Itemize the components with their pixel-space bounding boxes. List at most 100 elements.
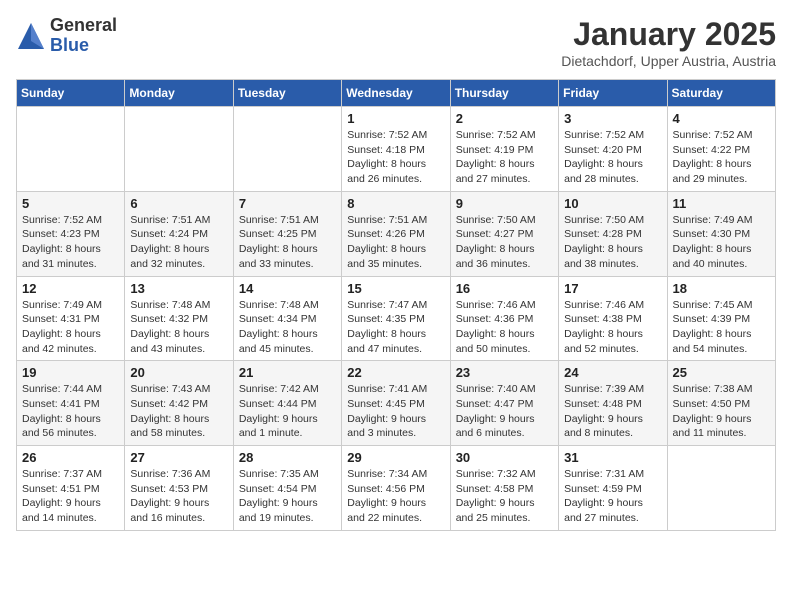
logo: General Blue: [16, 16, 117, 56]
day-info: Sunrise: 7:51 AM Sunset: 4:25 PM Dayligh…: [239, 213, 336, 272]
calendar-cell: 21 Sunrise: 7:42 AM Sunset: 4:44 PM Dayli…: [233, 361, 341, 446]
calendar-cell: 14 Sunrise: 7:48 AM Sunset: 4:34 PM Dayli…: [233, 276, 341, 361]
day-number: 10: [564, 196, 661, 211]
day-number: 7: [239, 196, 336, 211]
calendar-cell: 31Sunrise: 7:31 AM Sunset: 4:59 PM Dayli…: [559, 446, 667, 531]
day-info: Sunrise: 7:35 AM Sunset: 4:54 PM Dayligh…: [239, 467, 336, 526]
title-block: January 2025 Dietachdorf, Upper Austria,…: [561, 16, 776, 69]
day-number: 16: [456, 281, 553, 296]
day-info: Sunrise: 7:48 AM Sunset: 4:32 PM Dayligh…: [130, 298, 227, 357]
weekday-header-monday: Monday: [125, 80, 233, 107]
day-number: 2: [456, 111, 553, 126]
calendar-week-2: 5Sunrise: 7:52 AM Sunset: 4:23 PM Daylig…: [17, 191, 776, 276]
day-number: 1: [347, 111, 444, 126]
calendar-cell: 12 Sunrise: 7:49 AM Sunset: 4:31 PM Dayli…: [17, 276, 125, 361]
calendar-cell: 11Sunrise: 7:49 AM Sunset: 4:30 PM Dayli…: [667, 191, 775, 276]
day-number: 9: [456, 196, 553, 211]
day-info: Sunrise: 7:37 AM Sunset: 4:51 PM Dayligh…: [22, 467, 119, 526]
day-number: 28: [239, 450, 336, 465]
day-number: 24: [564, 365, 661, 380]
day-info: Sunrise: 7:50 AM Sunset: 4:27 PM Dayligh…: [456, 213, 553, 272]
logo-icon: [16, 21, 46, 51]
day-number: 15: [347, 281, 444, 296]
day-info: Sunrise: 7:50 AM Sunset: 4:28 PM Dayligh…: [564, 213, 661, 272]
calendar-cell: 24 Sunrise: 7:39 AM Sunset: 4:48 PM Dayli…: [559, 361, 667, 446]
day-info: Sunrise: 7:51 AM Sunset: 4:26 PM Dayligh…: [347, 213, 444, 272]
day-info: Sunrise: 7:43 AM Sunset: 4:42 PM Dayligh…: [130, 382, 227, 441]
calendar-cell: 5Sunrise: 7:52 AM Sunset: 4:23 PM Daylig…: [17, 191, 125, 276]
day-info: Sunrise: 7:47 AM Sunset: 4:35 PM Dayligh…: [347, 298, 444, 357]
day-number: 14: [239, 281, 336, 296]
calendar-cell: 13 Sunrise: 7:48 AM Sunset: 4:32 PM Dayli…: [125, 276, 233, 361]
calendar-cell: 16Sunrise: 7:46 AM Sunset: 4:36 PM Dayli…: [450, 276, 558, 361]
logo-general-text: General: [50, 16, 117, 36]
day-info: Sunrise: 7:42 AM Sunset: 4:44 PM Dayligh…: [239, 382, 336, 441]
calendar-cell: 19 Sunrise: 7:44 AM Sunset: 4:41 PM Dayli…: [17, 361, 125, 446]
page-header: General Blue January 2025 Dietachdorf, U…: [16, 16, 776, 69]
weekday-header-tuesday: Tuesday: [233, 80, 341, 107]
day-number: 30: [456, 450, 553, 465]
weekday-header-row: SundayMondayTuesdayWednesdayThursdayFrid…: [17, 80, 776, 107]
day-info: Sunrise: 7:48 AM Sunset: 4:34 PM Dayligh…: [239, 298, 336, 357]
day-number: 8: [347, 196, 444, 211]
day-info: Sunrise: 7:51 AM Sunset: 4:24 PM Dayligh…: [130, 213, 227, 272]
day-info: Sunrise: 7:46 AM Sunset: 4:38 PM Dayligh…: [564, 298, 661, 357]
calendar-cell: 1Sunrise: 7:52 AM Sunset: 4:18 PM Daylig…: [342, 107, 450, 192]
day-info: Sunrise: 7:38 AM Sunset: 4:50 PM Dayligh…: [673, 382, 770, 441]
calendar-cell: 20 Sunrise: 7:43 AM Sunset: 4:42 PM Dayli…: [125, 361, 233, 446]
day-number: 21: [239, 365, 336, 380]
day-number: 12: [22, 281, 119, 296]
day-number: 20: [130, 365, 227, 380]
day-number: 22: [347, 365, 444, 380]
day-number: 19: [22, 365, 119, 380]
calendar-cell: 23Sunrise: 7:40 AM Sunset: 4:47 PM Dayli…: [450, 361, 558, 446]
calendar-location: Dietachdorf, Upper Austria, Austria: [561, 53, 776, 69]
day-info: Sunrise: 7:39 AM Sunset: 4:48 PM Dayligh…: [564, 382, 661, 441]
weekday-header-wednesday: Wednesday: [342, 80, 450, 107]
day-number: 6: [130, 196, 227, 211]
calendar-cell: 3 Sunrise: 7:52 AM Sunset: 4:20 PM Daylig…: [559, 107, 667, 192]
day-info: Sunrise: 7:32 AM Sunset: 4:58 PM Dayligh…: [456, 467, 553, 526]
day-number: 25: [673, 365, 770, 380]
weekday-header-saturday: Saturday: [667, 80, 775, 107]
calendar-cell: 7 Sunrise: 7:51 AM Sunset: 4:25 PM Daylig…: [233, 191, 341, 276]
day-info: Sunrise: 7:41 AM Sunset: 4:45 PM Dayligh…: [347, 382, 444, 441]
calendar-cell: 25 Sunrise: 7:38 AM Sunset: 4:50 PM Dayli…: [667, 361, 775, 446]
logo-blue-text: Blue: [50, 36, 117, 56]
calendar-cell: 6 Sunrise: 7:51 AM Sunset: 4:24 PM Daylig…: [125, 191, 233, 276]
calendar-cell: 28 Sunrise: 7:35 AM Sunset: 4:54 PM Dayli…: [233, 446, 341, 531]
calendar-cell: 29Sunrise: 7:34 AM Sunset: 4:56 PM Dayli…: [342, 446, 450, 531]
day-info: Sunrise: 7:52 AM Sunset: 4:22 PM Dayligh…: [673, 128, 770, 187]
day-info: Sunrise: 7:34 AM Sunset: 4:56 PM Dayligh…: [347, 467, 444, 526]
calendar-cell: 17 Sunrise: 7:46 AM Sunset: 4:38 PM Dayli…: [559, 276, 667, 361]
calendar-cell: 18Sunrise: 7:45 AM Sunset: 4:39 PM Dayli…: [667, 276, 775, 361]
calendar-cell: 9 Sunrise: 7:50 AM Sunset: 4:27 PM Daylig…: [450, 191, 558, 276]
weekday-header-sunday: Sunday: [17, 80, 125, 107]
calendar-cell: [125, 107, 233, 192]
calendar-week-4: 19 Sunrise: 7:44 AM Sunset: 4:41 PM Dayli…: [17, 361, 776, 446]
calendar-week-3: 12 Sunrise: 7:49 AM Sunset: 4:31 PM Dayli…: [17, 276, 776, 361]
calendar-cell: [667, 446, 775, 531]
calendar-cell: 27 Sunrise: 7:36 AM Sunset: 4:53 PM Dayli…: [125, 446, 233, 531]
calendar-cell: 10 Sunrise: 7:50 AM Sunset: 4:28 PM Dayli…: [559, 191, 667, 276]
day-info: Sunrise: 7:44 AM Sunset: 4:41 PM Dayligh…: [22, 382, 119, 441]
day-number: 5: [22, 196, 119, 211]
calendar-week-1: 1Sunrise: 7:52 AM Sunset: 4:18 PM Daylig…: [17, 107, 776, 192]
day-info: Sunrise: 7:36 AM Sunset: 4:53 PM Dayligh…: [130, 467, 227, 526]
day-number: 31: [564, 450, 661, 465]
day-number: 11: [673, 196, 770, 211]
day-number: 27: [130, 450, 227, 465]
day-number: 17: [564, 281, 661, 296]
calendar-title: January 2025: [561, 16, 776, 53]
weekday-header-thursday: Thursday: [450, 80, 558, 107]
day-info: Sunrise: 7:52 AM Sunset: 4:19 PM Dayligh…: [456, 128, 553, 187]
day-info: Sunrise: 7:52 AM Sunset: 4:20 PM Dayligh…: [564, 128, 661, 187]
day-number: 18: [673, 281, 770, 296]
calendar-cell: 4Sunrise: 7:52 AM Sunset: 4:22 PM Daylig…: [667, 107, 775, 192]
day-info: Sunrise: 7:40 AM Sunset: 4:47 PM Dayligh…: [456, 382, 553, 441]
day-number: 26: [22, 450, 119, 465]
day-number: 3: [564, 111, 661, 126]
day-number: 13: [130, 281, 227, 296]
day-info: Sunrise: 7:49 AM Sunset: 4:31 PM Dayligh…: [22, 298, 119, 357]
calendar-cell: [17, 107, 125, 192]
